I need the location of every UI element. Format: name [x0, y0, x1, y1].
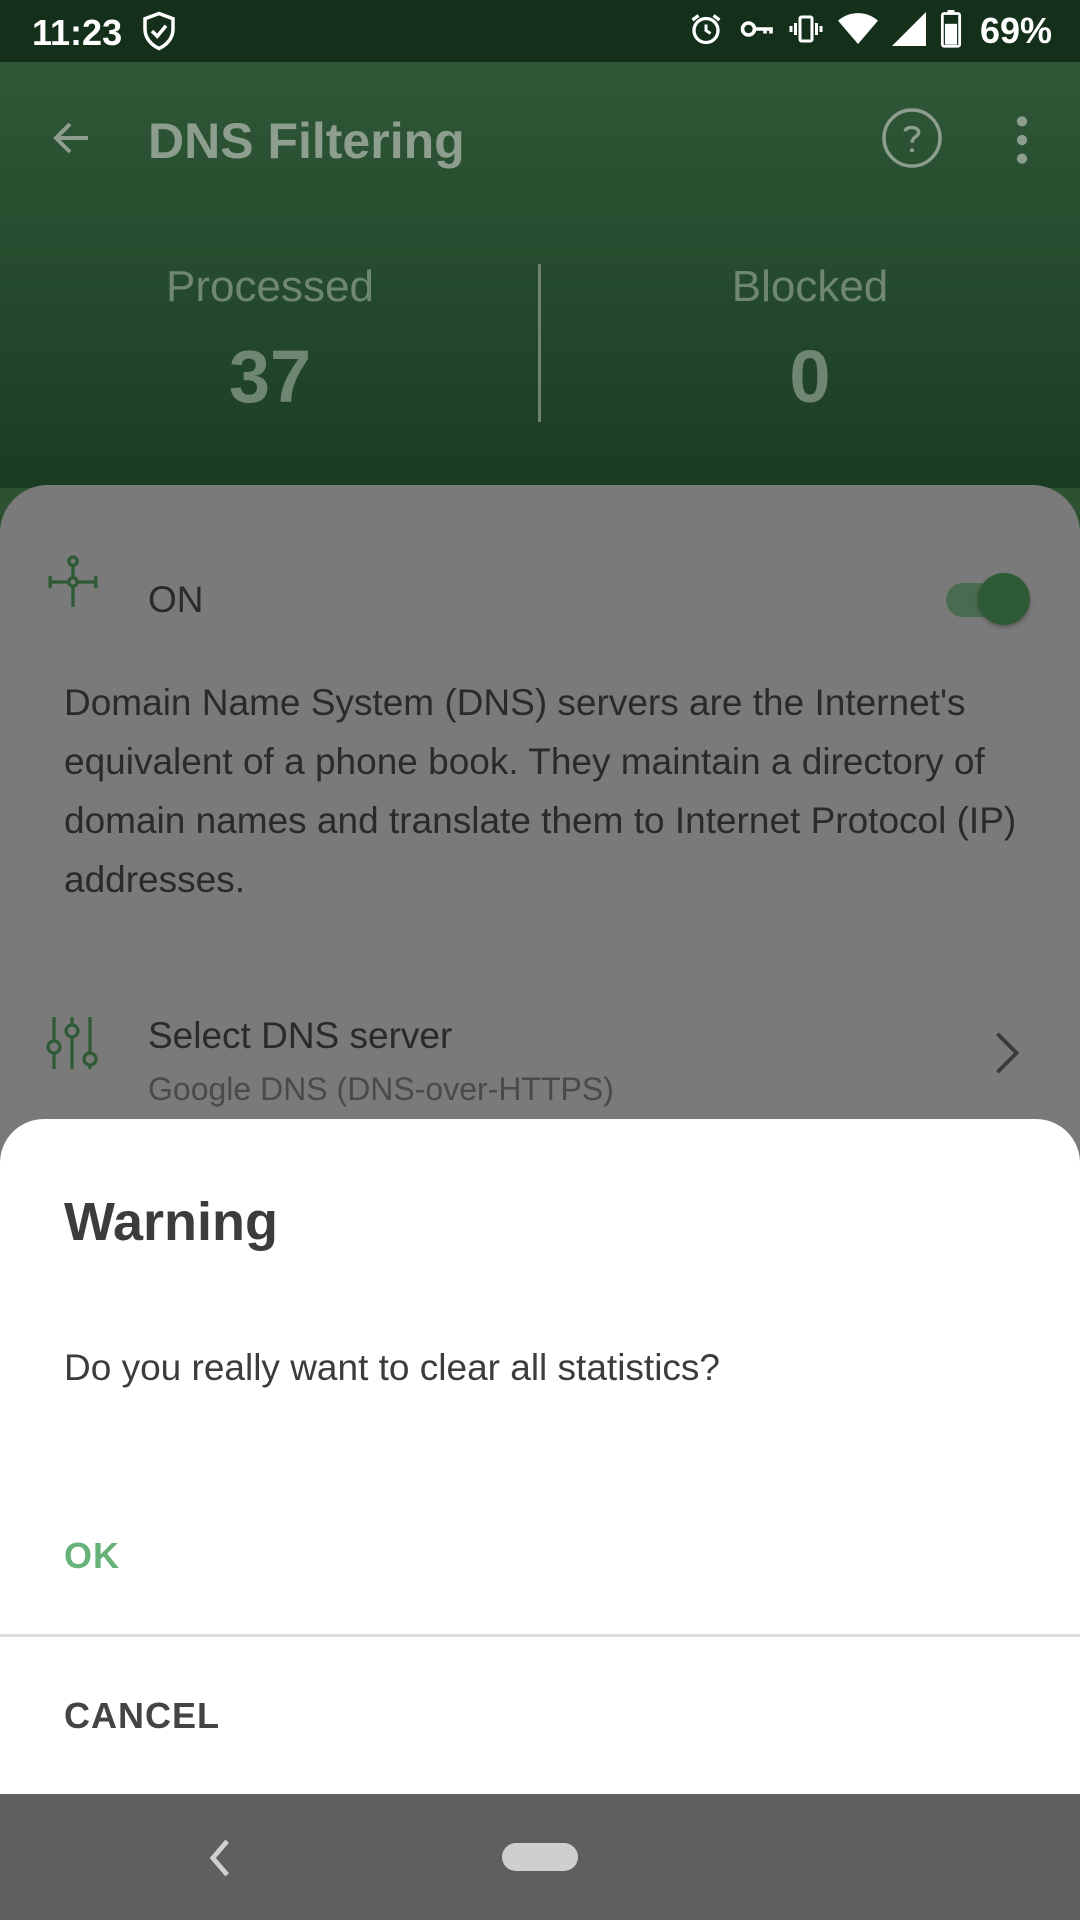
- dns-filter-toggle-row[interactable]: ON: [0, 545, 1080, 645]
- vibrate-icon: [788, 11, 824, 52]
- dns-description: Domain Name System (DNS) servers are the…: [64, 682, 1017, 900]
- app-header: DNS Filtering Processed 37 Blocked 0: [0, 62, 1080, 488]
- blocked-value: 0: [789, 335, 831, 418]
- battery-percent: 69%: [979, 10, 1052, 51]
- chevron-right-icon: [992, 1029, 1022, 1082]
- vpn-key-icon: [738, 11, 774, 52]
- toggle-label: ON: [148, 579, 204, 620]
- sliders-icon: [46, 1015, 98, 1076]
- status-time: 11:23: [32, 12, 123, 53]
- dialog-divider: [0, 1634, 1080, 1637]
- dialog-title: Warning: [64, 1192, 278, 1252]
- dns-server-value: Google DNS (DNS-over-HTTPS): [148, 1071, 614, 1107]
- dns-server-title: Select DNS server: [148, 1015, 453, 1056]
- content-sheet: ON Domain Name System (DNS) servers are …: [0, 485, 1080, 1225]
- processed-stat: Processed 37: [0, 262, 540, 419]
- help-icon[interactable]: [880, 106, 944, 175]
- wifi-icon: [837, 11, 878, 52]
- status-bar: 11:23 69%: [0, 0, 1080, 62]
- alarm-icon: [688, 11, 724, 52]
- status-icons: 69%: [688, 9, 1052, 53]
- processed-value: 37: [228, 335, 312, 418]
- blocked-stat: Blocked 0: [540, 262, 1080, 419]
- ok-button[interactable]: OK: [64, 1535, 120, 1577]
- nav-home-pill[interactable]: [502, 1843, 578, 1871]
- dialog-message: Do you really want to clear all statisti…: [64, 1347, 720, 1388]
- nav-back-icon[interactable]: [204, 1834, 236, 1887]
- dns-node-icon: [48, 555, 98, 614]
- back-arrow-icon[interactable]: [48, 114, 96, 167]
- battery-icon: [940, 9, 962, 53]
- toggle-thumb[interactable]: [978, 573, 1030, 625]
- blocked-label: Blocked: [731, 262, 889, 311]
- cancel-button[interactable]: CANCEL: [64, 1695, 220, 1737]
- navigation-bar: [0, 1794, 1080, 1920]
- page-title: DNS Filtering: [148, 113, 465, 169]
- cellular-signal-icon: [891, 11, 926, 51]
- more-options-icon[interactable]: [1006, 112, 1038, 173]
- warning-dialog: Warning Do you really want to clear all …: [0, 1119, 1080, 1794]
- processed-label: Processed: [166, 262, 374, 311]
- shield-check-icon: [138, 10, 180, 57]
